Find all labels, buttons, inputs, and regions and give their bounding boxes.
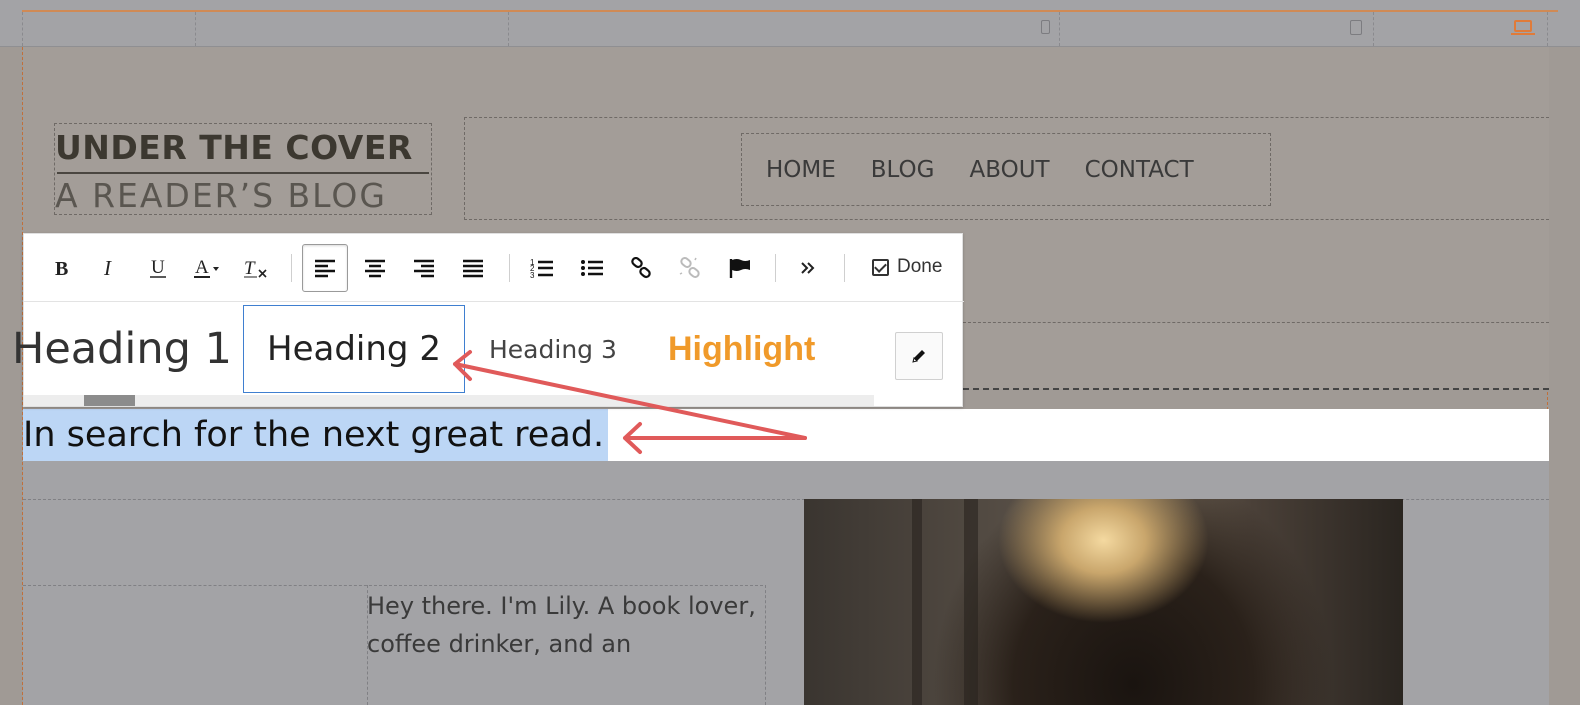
page-canvas: UNDER THE COVER A READER’S BLOG HOME BLO… [12, 47, 1549, 705]
link-button[interactable] [618, 244, 664, 292]
more-button[interactable] [785, 244, 831, 292]
style-highlight[interactable]: Highlight [668, 305, 815, 393]
breakpoint-divider [22, 12, 23, 46]
column-outline [765, 585, 766, 705]
text-style-row: Heading 1 Heading 2 Heading 3 Highlight [12, 303, 964, 408]
unordered-list-icon [581, 260, 603, 276]
logo-subtitle: A READER’S BLOG [55, 176, 387, 215]
toolbar-separator [844, 254, 845, 282]
anchor-button[interactable] [717, 244, 763, 292]
style-scrollbar[interactable] [24, 395, 874, 406]
photo-detail [964, 499, 978, 705]
breakpoint-divider [1547, 12, 1548, 46]
justify-button[interactable] [450, 244, 496, 292]
style-heading-2[interactable]: Heading 2 [243, 305, 465, 393]
svg-text:3: 3 [530, 271, 535, 279]
align-left-button[interactable] [302, 244, 348, 292]
clear-format-button[interactable]: T [233, 244, 279, 292]
formatting-row: B I U A T 1 2 3 Done [24, 234, 964, 302]
nav-item-blog[interactable]: BLOG [871, 157, 935, 183]
hero-photo[interactable] [804, 499, 1403, 705]
editable-text-block[interactable]: In search for the next great read. [23, 409, 1549, 461]
breakpoint-divider [195, 12, 196, 46]
double-chevron-icon [801, 262, 815, 274]
nav-container: HOME BLOG ABOUT CONTACT [464, 117, 1549, 220]
align-center-icon [365, 259, 385, 278]
logo-rule [57, 172, 429, 174]
italic-button[interactable]: I [86, 244, 132, 292]
photo-detail [912, 499, 922, 705]
main-nav: HOME BLOG ABOUT CONTACT [741, 133, 1271, 206]
site-logo[interactable]: UNDER THE COVER A READER’S BLOG [54, 123, 432, 215]
done-button[interactable]: Done [872, 256, 942, 278]
ordered-list-button[interactable]: 123 [519, 244, 565, 292]
laptop-icon[interactable] [1511, 20, 1535, 35]
bio-text: Hey there. I'm Lily. A book lover, coffe… [367, 592, 756, 658]
scrollbar-thumb[interactable] [84, 395, 135, 406]
content-section: Hey there. I'm Lily. A book lover, coffe… [23, 461, 1549, 705]
bio-text-block[interactable]: Hey there. I'm Lily. A book lover, coffe… [367, 585, 763, 705]
svg-text:I: I [103, 258, 112, 278]
edit-styles-button[interactable] [895, 332, 943, 380]
done-label: Done [897, 256, 943, 277]
breakpoint-divider [1059, 12, 1060, 46]
align-center-button[interactable] [352, 244, 398, 292]
svg-text:T: T [244, 258, 256, 279]
align-left-icon [315, 259, 335, 278]
logo-title: UNDER THE COVER [55, 128, 413, 167]
toolbar-separator [775, 254, 776, 282]
breakpoint-divider [508, 12, 509, 46]
italic-icon: I [103, 258, 112, 278]
selected-text[interactable]: In search for the next great read. [23, 409, 609, 461]
tablet-icon[interactable] [1350, 20, 1362, 35]
breakpoint-divider [1373, 12, 1374, 46]
checkbox-icon [872, 258, 889, 276]
align-right-button[interactable] [401, 244, 447, 292]
align-right-icon [414, 259, 434, 278]
style-heading-1[interactable]: Heading 1 [12, 305, 232, 393]
svg-text:A: A [195, 257, 209, 278]
underline-icon: U [150, 257, 166, 278]
toolbar-separator [509, 254, 510, 282]
phone-icon[interactable] [1041, 20, 1050, 34]
unlink-button[interactable] [667, 244, 713, 292]
toolbar-separator [291, 254, 292, 282]
nav-item-about[interactable]: ABOUT [969, 157, 1049, 183]
rich-text-toolbar: B I U A T 1 2 3 Done Heading 1 Heading 2… [12, 233, 964, 408]
ordered-list-icon: 123 [530, 258, 553, 279]
justify-icon [463, 259, 483, 278]
flag-icon [729, 259, 750, 278]
text-color-button[interactable]: A [184, 244, 230, 292]
active-breakpoint-line [22, 10, 1558, 12]
breakpoint-bar [0, 0, 1580, 47]
text-color-icon: A [194, 257, 219, 278]
underline-button[interactable]: U [135, 244, 181, 292]
bold-icon: B [55, 258, 68, 278]
style-heading-3[interactable]: Heading 3 [489, 305, 617, 393]
text-block-outline [963, 388, 1549, 390]
nav-item-contact[interactable]: CONTACT [1085, 157, 1194, 183]
clear-format-icon: T [244, 258, 267, 279]
svg-text:U: U [151, 257, 165, 278]
section-divider [963, 322, 1549, 323]
svg-text:B: B [55, 258, 68, 278]
link-icon [631, 257, 651, 279]
pencil-icon [912, 350, 925, 363]
bold-button[interactable]: B [38, 244, 84, 292]
unordered-list-button[interactable] [569, 244, 615, 292]
nav-item-home[interactable]: HOME [766, 157, 836, 183]
unlink-icon [679, 257, 700, 278]
